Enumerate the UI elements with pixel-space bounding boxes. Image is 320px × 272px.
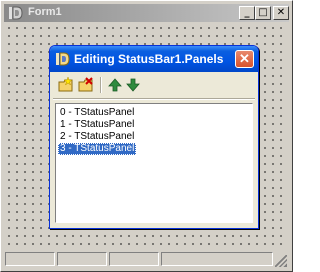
- dialog-body: 0 - TStatusPanel 1 - TStatusPanel 2 - TS…: [53, 73, 255, 225]
- toolbar-separator: [100, 77, 102, 93]
- statusbar1[interactable]: [5, 251, 288, 268]
- dialog-title: Editing StatusBar1.Panels: [74, 52, 224, 66]
- toolbar-divider: [53, 98, 255, 100]
- dialog-title-bar[interactable]: Editing StatusBar1.Panels ✕: [50, 46, 258, 72]
- statusbar-panel-0[interactable]: [5, 252, 55, 266]
- list-item[interactable]: 0 - TStatusPanel: [58, 107, 136, 119]
- list-item[interactable]: 2 - TStatusPanel: [58, 131, 136, 143]
- collection-editor-dialog: Editing StatusBar1.Panels ✕ 0 - TStatusP…: [49, 45, 259, 229]
- add-new-icon[interactable]: [57, 76, 75, 94]
- panels-listbox[interactable]: 0 - TStatusPanel 1 - TStatusPanel 2 - TS…: [55, 103, 253, 223]
- list-item-selected[interactable]: 3 - TStatusPanel: [58, 143, 137, 155]
- maximize-button[interactable]: □: [255, 6, 271, 20]
- dialog-close-button[interactable]: ✕: [235, 50, 254, 68]
- statusbar-panel-1[interactable]: [57, 252, 107, 266]
- close-button[interactable]: ✕: [273, 6, 289, 20]
- form-title-bar[interactable]: Form1 _ □ ✕: [4, 4, 289, 22]
- form-title: Form1: [28, 6, 62, 18]
- delphi-app-icon: [56, 52, 70, 66]
- size-grip-icon[interactable]: [275, 255, 287, 267]
- move-up-arrow-icon[interactable]: [106, 76, 124, 94]
- editor-toolbar: [53, 73, 255, 95]
- statusbar-panel-2[interactable]: [109, 252, 159, 266]
- list-item[interactable]: 1 - TStatusPanel: [58, 119, 136, 131]
- minimize-button[interactable]: _: [239, 6, 255, 20]
- statusbar-panel-3[interactable]: [161, 252, 273, 266]
- delete-icon[interactable]: [77, 76, 95, 94]
- move-down-arrow-icon[interactable]: [124, 76, 142, 94]
- delphi-app-icon: [9, 6, 23, 20]
